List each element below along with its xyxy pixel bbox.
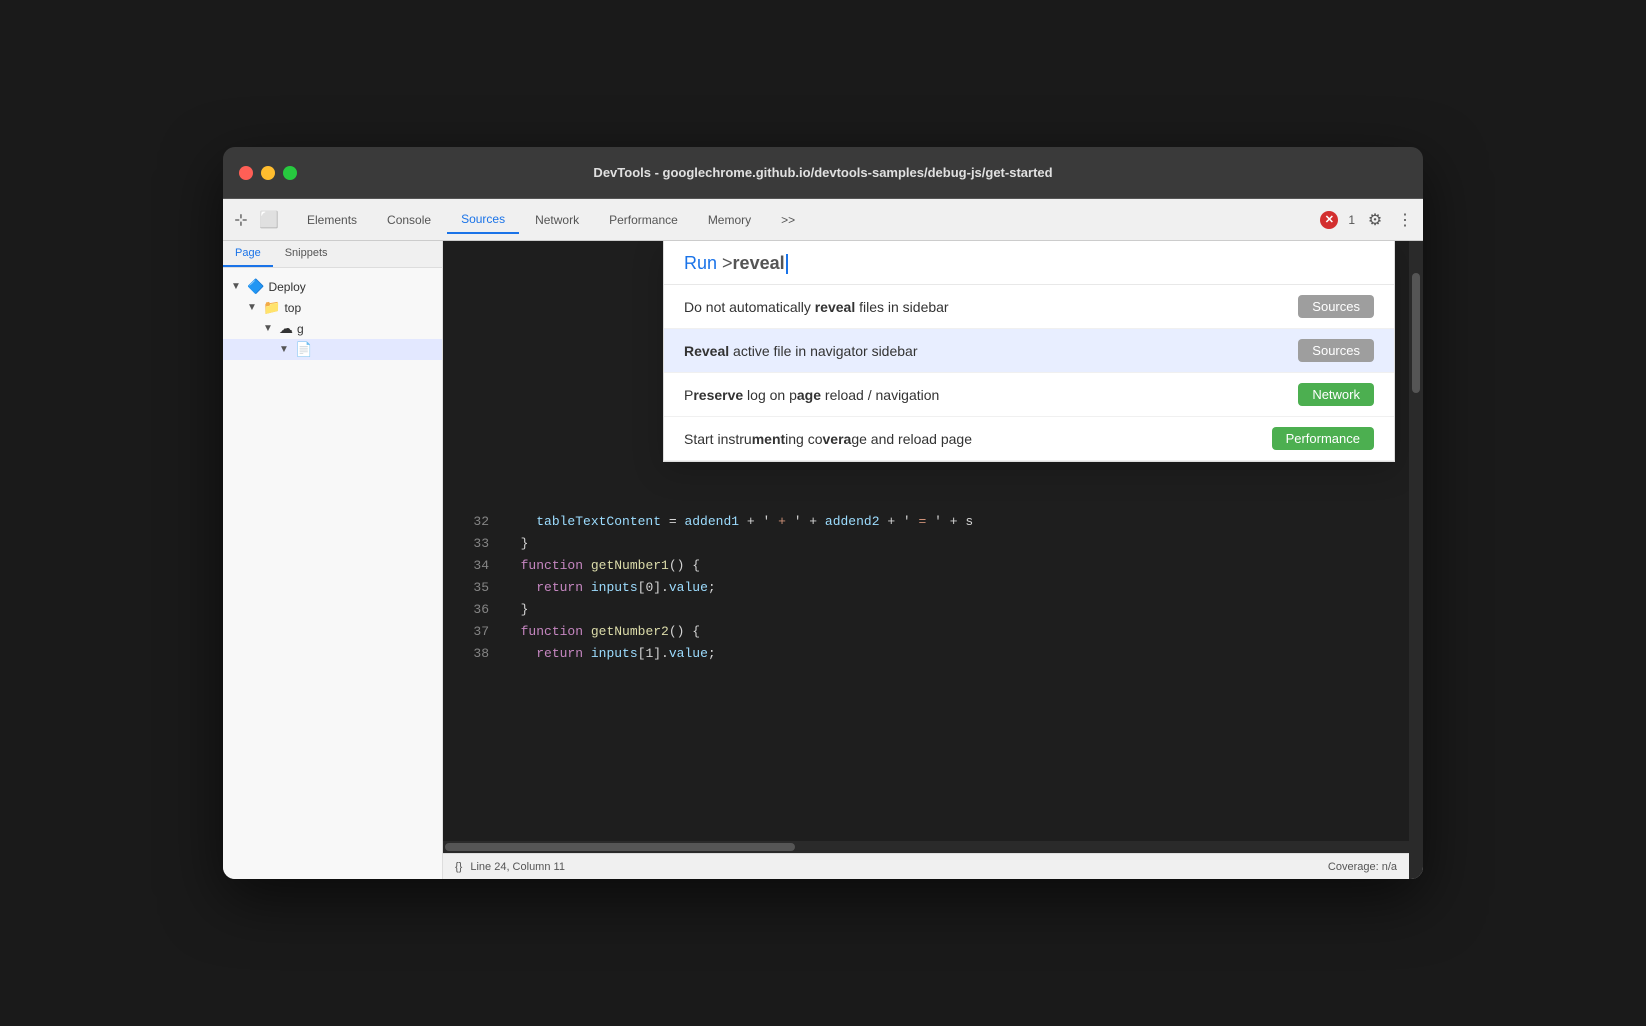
run-label: Run [684, 253, 722, 273]
line-number: 33 [459, 533, 489, 555]
file-icon: 📄 [295, 341, 312, 358]
top-icon: 📁 [263, 299, 280, 316]
result-badge-4: Performance [1272, 427, 1374, 450]
status-bar: {} Line 24, Column 11 Coverage: n/a [443, 853, 1409, 879]
line-number: 37 [459, 621, 489, 643]
result-text-1: Do not automatically reveal files in sid… [684, 299, 1298, 315]
tree-arrow: ▼ [231, 281, 243, 292]
code-content: } [505, 533, 1393, 555]
code-line-37: 37 function getNumber2() { [443, 621, 1409, 643]
line-number: 38 [459, 643, 489, 665]
tab-bar-right: ✕ 1 ⚙ ⋮ [1320, 210, 1415, 230]
code-line-34: 34 function getNumber1() { [443, 555, 1409, 577]
result-text-2: Reveal active file in navigator sidebar [684, 343, 1298, 359]
deploy-icon: 🔷 [247, 278, 264, 295]
title-bar: DevTools - googlechrome.github.io/devtoo… [223, 147, 1423, 199]
code-content: function getNumber1() { [505, 555, 1393, 577]
tree-item-file[interactable]: ▼ 📄 [223, 339, 442, 360]
minimize-button[interactable] [261, 166, 275, 180]
tree-item-deploy[interactable]: ▼ 🔷 Deploy [223, 276, 442, 297]
tab-network[interactable]: Network [521, 207, 593, 233]
result-item-3[interactable]: Preserve log on page reload / navigation… [664, 373, 1394, 417]
format-icon[interactable]: {} [455, 861, 462, 873]
result-badge-3: Network [1298, 383, 1374, 406]
device-icon[interactable]: ⬜ [259, 210, 279, 230]
sidebar-tabs: Page Snippets [223, 241, 442, 268]
traffic-lights [239, 166, 297, 180]
error-count: 1 [1348, 213, 1355, 227]
result-item-4[interactable]: Start instrumenting coverage and reload … [664, 417, 1394, 461]
code-line-33: 33 } [443, 533, 1409, 555]
window-title: DevTools - googlechrome.github.io/devtoo… [593, 165, 1052, 180]
code-line-32: 32 tableTextContent = addend1 + ' + ' + … [443, 511, 1409, 533]
code-content: return inputs[1].value; [505, 643, 1393, 665]
sidebar: Page Snippets ▼ 🔷 Deploy ▼ 📁 top [223, 241, 443, 879]
code-content: function getNumber2() { [505, 621, 1393, 643]
tree-label-g: g [297, 322, 304, 336]
code-line-36: 36 } [443, 599, 1409, 621]
coverage-info: Coverage: n/a [1328, 861, 1397, 873]
command-input-text[interactable]: Run >reveal [684, 253, 1374, 274]
h-scroll-thumb[interactable] [445, 843, 795, 851]
vertical-scrollbar[interactable] [1409, 241, 1423, 879]
result-item-2[interactable]: Reveal active file in navigator sidebar … [664, 329, 1394, 373]
cursor-position: Line 24, Column 11 [470, 861, 565, 873]
tab-memory[interactable]: Memory [694, 207, 765, 233]
error-badge: ✕ [1320, 211, 1338, 229]
devtools-panel: ⊹ ⬜ Elements Console Sources Network Per… [223, 199, 1423, 879]
sidebar-tab-snippets[interactable]: Snippets [273, 241, 340, 267]
sidebar-content: ▼ 🔷 Deploy ▼ 📁 top ▼ ☁ g [223, 268, 442, 879]
tree-label-top: top [284, 301, 301, 315]
result-text-4: Start instrumenting coverage and reload … [684, 431, 1272, 447]
tree-arrow: ▼ [279, 344, 291, 355]
query-text: >reveal [722, 253, 785, 273]
tab-sources[interactable]: Sources [447, 206, 519, 234]
tab-more[interactable]: >> [767, 207, 809, 233]
command-input-row: Run >reveal [664, 241, 1394, 285]
result-item-1[interactable]: Do not automatically reveal files in sid… [664, 285, 1394, 329]
tree-item-top[interactable]: ▼ 📁 top [223, 297, 442, 318]
line-number: 36 [459, 599, 489, 621]
code-line-38: 38 return inputs[1].value; [443, 643, 1409, 665]
devtools-window: DevTools - googlechrome.github.io/devtoo… [223, 147, 1423, 879]
result-badge-2: Sources [1298, 339, 1374, 362]
settings-icon[interactable]: ⚙ [1365, 210, 1385, 230]
cursor-icon[interactable]: ⊹ [231, 210, 251, 230]
line-number: 35 [459, 577, 489, 599]
code-content: } [505, 599, 1393, 621]
line-number: 34 [459, 555, 489, 577]
tree-arrow: ▼ [247, 302, 259, 313]
result-badge-1: Sources [1298, 295, 1374, 318]
code-content: tableTextContent = addend1 + ' + ' + add… [505, 511, 1393, 533]
tab-performance[interactable]: Performance [595, 207, 692, 233]
command-results: Do not automatically reveal files in sid… [664, 285, 1394, 461]
tree-item-g[interactable]: ▼ ☁ g [223, 318, 442, 339]
sidebar-tab-page[interactable]: Page [223, 241, 273, 267]
command-palette: Run >reveal Do not automatically reveal … [663, 241, 1395, 462]
scrollbar-thumb[interactable] [1412, 273, 1420, 393]
fullscreen-button[interactable] [283, 166, 297, 180]
cursor [786, 254, 788, 274]
tree-label-deploy: Deploy [268, 280, 305, 294]
toolbar-icons: ⊹ ⬜ [231, 210, 279, 230]
tree-arrow: ▼ [263, 323, 275, 334]
main-area: Page Snippets ▼ 🔷 Deploy ▼ 📁 top [223, 241, 1423, 879]
code-content: return inputs[0].value; [505, 577, 1393, 599]
horizontal-scrollbar[interactable] [443, 841, 1409, 853]
code-line-35: 35 return inputs[0].value; [443, 577, 1409, 599]
cloud-icon: ☁ [279, 320, 293, 337]
close-button[interactable] [239, 166, 253, 180]
tab-elements[interactable]: Elements [293, 207, 371, 233]
more-options-icon[interactable]: ⋮ [1395, 210, 1415, 230]
result-text-3: Preserve log on page reload / navigation [684, 387, 1298, 403]
line-number: 32 [459, 511, 489, 533]
tab-console[interactable]: Console [373, 207, 445, 233]
tab-bar: ⊹ ⬜ Elements Console Sources Network Per… [223, 199, 1423, 241]
